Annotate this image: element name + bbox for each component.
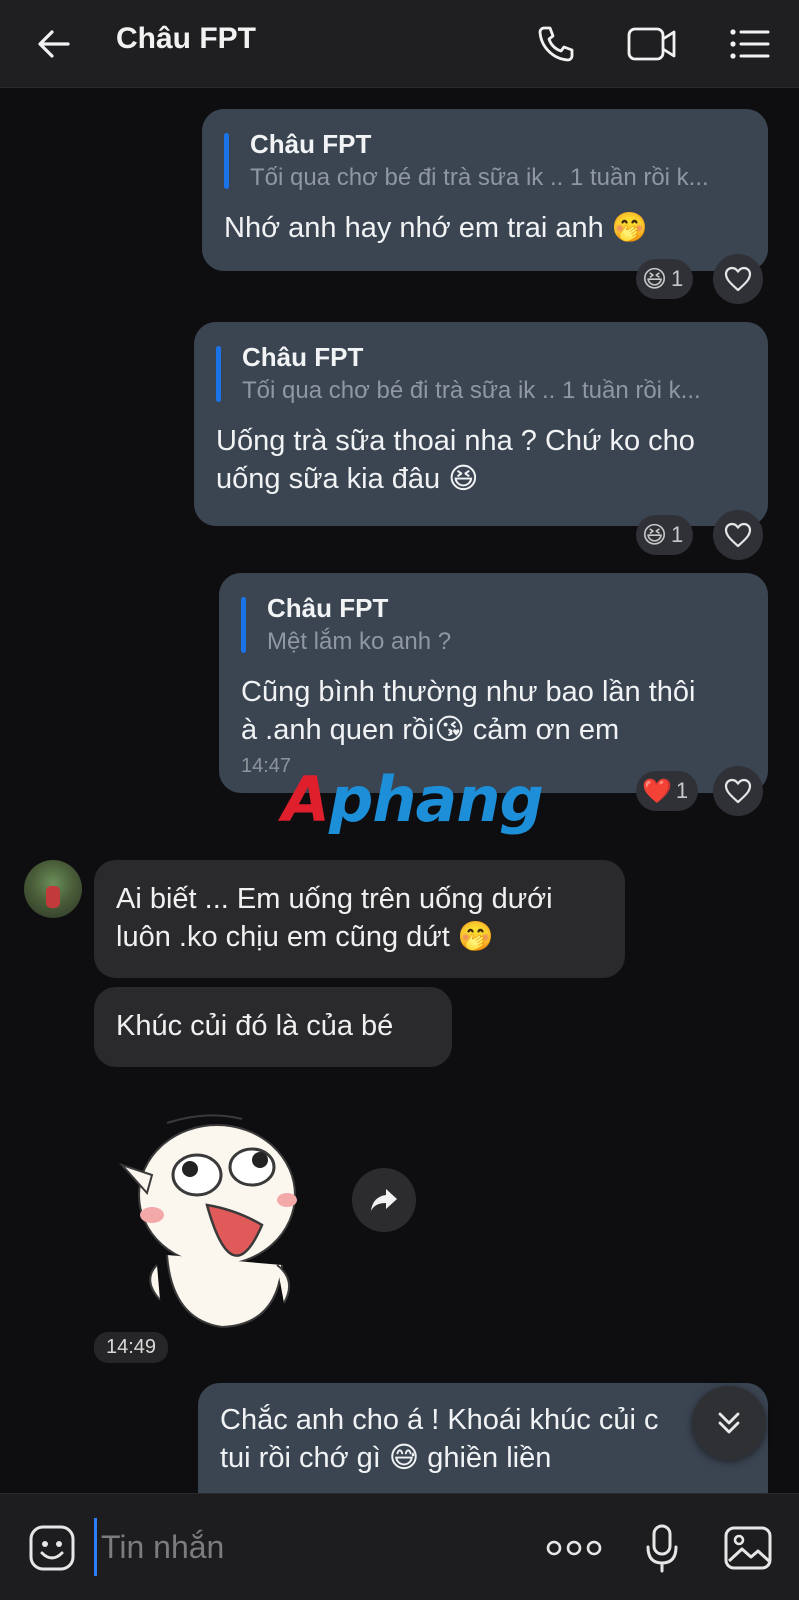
phone-icon — [538, 26, 574, 62]
list-menu-icon — [730, 29, 770, 59]
message-text-line: à .anh quen rồi😘 cảm ơn em — [241, 714, 620, 746]
outgoing-message[interactable]: Chắc anh cho á ! Khoái khúc củi c tui rồ… — [198, 1383, 768, 1493]
quoted-reply[interactable]: Châu FPT Tối qua chơ bé đi trà sữa ik ..… — [216, 340, 746, 408]
contact-name[interactable]: Châu FPT — [116, 22, 256, 56]
message-text-line: Chắc anh cho á ! Khoái khúc củi c — [220, 1404, 659, 1436]
message-text-line: Ai biết ... Em uống trên uống dưới — [116, 883, 553, 915]
message-list[interactable]: Châu FPT Tối qua chơ bé đi trà sữa ik ..… — [0, 88, 799, 1493]
emoji-icon — [29, 1525, 75, 1571]
scroll-to-bottom-button[interactable] — [692, 1386, 766, 1460]
forward-button[interactable] — [352, 1168, 416, 1232]
voice-record-button[interactable] — [634, 1520, 690, 1576]
laugh-reaction-icon: 😆 — [642, 521, 668, 549]
reaction-count: 1 — [671, 522, 684, 547]
microphone-icon — [646, 1524, 678, 1573]
watermark-logo: Aphang — [282, 763, 544, 836]
avatar[interactable] — [24, 860, 82, 918]
quoted-text: Mệt lắm ko anh ? — [267, 628, 452, 655]
reaction-count: 1 — [675, 778, 689, 803]
reaction-badge[interactable]: ❤️ 1 — [636, 771, 699, 811]
sticker-time: 14:49 — [94, 1332, 169, 1363]
heart-outline-icon — [724, 522, 752, 548]
incoming-message[interactable]: Khúc củi đó là của bé — [94, 987, 452, 1067]
react-button[interactable] — [713, 254, 763, 304]
laugh-reaction-icon: 😆 — [642, 265, 668, 293]
outgoing-message[interactable]: Châu FPT Tối qua chơ bé đi trà sữa ik ..… — [194, 322, 768, 526]
arrow-left-icon — [38, 30, 70, 58]
more-dots-icon — [546, 1540, 602, 1556]
quoted-text: Tối qua chơ bé đi trà sữa ik .. 1 tuần r… — [242, 377, 701, 404]
chat-menu-button[interactable] — [724, 18, 776, 70]
image-icon — [724, 1526, 772, 1570]
react-button[interactable] — [713, 510, 763, 560]
message-text-line: luôn .ko chịu em cũng dứt 🤭 — [116, 921, 494, 953]
reaction-badge[interactable]: 😆 1 — [636, 515, 694, 555]
double-chevron-down-icon — [718, 1412, 740, 1434]
quoted-sender: Châu FPT — [242, 342, 364, 372]
emoji-button[interactable] — [24, 1520, 80, 1576]
quoted-sender: Châu FPT — [250, 129, 372, 159]
video-call-button[interactable] — [626, 18, 678, 70]
react-button[interactable] — [713, 766, 763, 816]
reaction-count: 1 — [671, 266, 684, 291]
quoted-sender: Châu FPT — [267, 593, 389, 623]
voice-call-button[interactable] — [530, 18, 582, 70]
outgoing-message[interactable]: Châu FPT Mệt lắm ko anh ? Cũng bình thườ… — [219, 573, 768, 793]
quoted-reply[interactable]: Châu FPT Mệt lắm ko anh ? — [241, 591, 746, 659]
message-text-line: Cũng bình thường như bao lần thôi — [241, 676, 696, 708]
outgoing-message[interactable]: Châu FPT Tối qua chơ bé đi trà sữa ik ..… — [202, 109, 768, 271]
gallery-button[interactable] — [720, 1520, 776, 1576]
message-text: Nhớ anh hay nhớ em trai anh 🤭 — [224, 212, 648, 244]
quoted-reply[interactable]: Châu FPT Tối qua chơ bé đi trà sữa ik ..… — [224, 127, 746, 195]
quoted-text: Tối qua chơ bé đi trà sữa ik .. 1 tuần r… — [250, 164, 709, 191]
message-text-line: Uống trà sữa thoai nha ? Chứ ko cho — [216, 425, 695, 457]
message-text: Khúc củi đó là của bé — [116, 1010, 394, 1042]
heart-outline-icon — [724, 778, 752, 804]
heart-outline-icon — [724, 266, 752, 292]
message-composer: Tin nhắn — [0, 1493, 799, 1600]
message-text-line: tui rồi chớ gì 😅 ghiền liền — [220, 1442, 552, 1474]
more-options-button[interactable] — [544, 1520, 604, 1576]
message-input[interactable]: Tin nhắn — [94, 1518, 514, 1576]
heart-reaction-icon: ❤️ — [642, 777, 672, 805]
back-button[interactable] — [28, 18, 80, 70]
incoming-message[interactable]: Ai biết ... Em uống trên uống dưới luôn … — [94, 860, 625, 978]
reaction-badge[interactable]: 😆 1 — [636, 259, 694, 299]
sticker-image[interactable] — [112, 1105, 312, 1330]
message-text-line: uống sữa kia đâu 😆 — [216, 463, 479, 495]
video-camera-icon — [627, 27, 676, 61]
chat-header: Châu FPT — [0, 0, 799, 88]
share-arrow-icon — [371, 1189, 397, 1211]
